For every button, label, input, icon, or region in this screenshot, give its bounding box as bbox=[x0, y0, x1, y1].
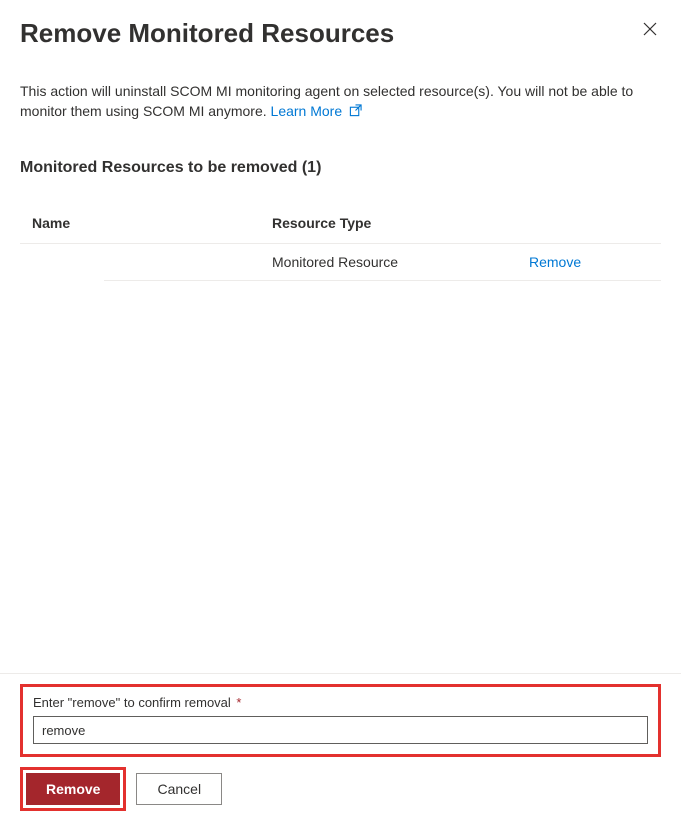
confirm-label: Enter "remove" to confirm removal * bbox=[33, 695, 648, 710]
confirm-box: Enter "remove" to confirm removal * bbox=[20, 684, 661, 757]
column-header-type: Resource Type bbox=[272, 215, 529, 231]
button-row: Remove Cancel bbox=[20, 767, 661, 811]
confirm-label-text: Enter "remove" to confirm removal bbox=[33, 695, 231, 710]
panel-title: Remove Monitored Resources bbox=[20, 18, 394, 49]
cell-name bbox=[116, 254, 272, 270]
learn-more-label: Learn More bbox=[271, 103, 343, 119]
remove-button[interactable]: Remove bbox=[26, 773, 120, 805]
table-header-row: Name Resource Type bbox=[20, 205, 661, 244]
cancel-button[interactable]: Cancel bbox=[136, 773, 222, 805]
panel-description: This action will uninstall SCOM MI monit… bbox=[20, 81, 661, 123]
footer-divider bbox=[0, 673, 681, 674]
column-header-action bbox=[529, 215, 649, 231]
list-heading: Monitored Resources to be removed (1) bbox=[20, 159, 661, 177]
primary-button-highlight: Remove bbox=[20, 767, 126, 811]
confirm-input[interactable] bbox=[33, 716, 648, 744]
panel-header: Remove Monitored Resources bbox=[20, 18, 661, 49]
required-asterisk: * bbox=[236, 695, 241, 710]
table-row: Monitored Resource Remove bbox=[104, 244, 661, 281]
external-link-icon bbox=[349, 102, 362, 122]
resources-table: Name Resource Type Monitored Resource Re… bbox=[20, 205, 661, 281]
cell-type: Monitored Resource bbox=[272, 254, 529, 270]
column-header-name: Name bbox=[32, 215, 272, 231]
panel-footer: Enter "remove" to confirm removal * Remo… bbox=[20, 673, 661, 811]
remove-resources-panel: Remove Monitored Resources This action w… bbox=[0, 0, 681, 829]
learn-more-link[interactable]: Learn More bbox=[271, 103, 362, 119]
row-remove-link[interactable]: Remove bbox=[529, 254, 581, 270]
close-icon[interactable] bbox=[639, 18, 661, 43]
